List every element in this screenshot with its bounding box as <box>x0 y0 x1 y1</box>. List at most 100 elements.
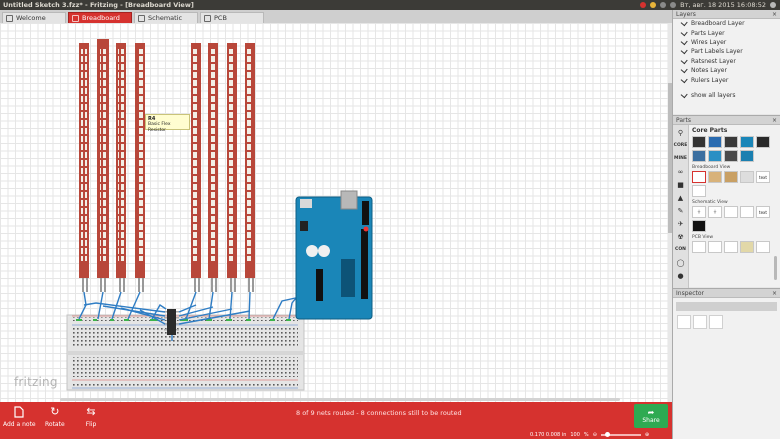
layer-item[interactable]: Part Labels Layer <box>673 47 780 56</box>
add-note-button[interactable]: Add a note <box>3 405 36 428</box>
search-icon[interactable]: ⚲ <box>675 127 687 138</box>
flex-resistor[interactable] <box>97 39 109 292</box>
flex-resistor[interactable] <box>116 43 126 292</box>
tab-pcb[interactable]: PCB <box>200 12 264 23</box>
bin-core[interactable]: CORE <box>674 140 688 151</box>
arduino-board[interactable] <box>295 190 373 320</box>
flip-label: Flip <box>85 421 97 428</box>
parts-bin-contents: Core Parts Breadboard View text Schemati… <box>690 125 780 288</box>
part-cell[interactable] <box>724 241 738 253</box>
flex-resistor[interactable] <box>245 43 255 292</box>
rotate-icon: ↻ <box>50 405 60 418</box>
circuit-drawing[interactable] <box>0 23 668 402</box>
panel-close-icon[interactable]: × <box>772 117 777 124</box>
bin-icon[interactable]: ● <box>675 270 687 281</box>
zoom-in-icon[interactable]: ⊕ <box>645 432 649 438</box>
cell-text: text <box>759 174 767 180</box>
tab-welcome[interactable]: Welcome <box>2 12 66 23</box>
tab-breadboard[interactable]: Breadboard <box>68 12 132 23</box>
bin-icon[interactable]: ■ <box>675 179 687 190</box>
part-cell[interactable] <box>740 171 754 183</box>
part-cell[interactable] <box>740 206 754 218</box>
part-cell[interactable] <box>740 136 754 148</box>
bin-icon[interactable]: ✈ <box>675 218 687 229</box>
part-cell[interactable] <box>692 241 706 253</box>
part-cell[interactable] <box>756 136 770 148</box>
flex-resistor[interactable] <box>208 43 218 292</box>
chrome-tray-icon[interactable] <box>650 2 657 8</box>
part-cell[interactable]: text <box>756 171 770 183</box>
part-cell[interactable] <box>708 171 722 183</box>
layer-item[interactable]: Rulers Layer <box>673 75 780 84</box>
layer-item[interactable]: Wires Layer <box>673 38 780 47</box>
sound-icon[interactable] <box>670 2 677 8</box>
zoom-out-icon[interactable]: ⊖ <box>593 432 597 438</box>
network-icon[interactable] <box>660 2 667 8</box>
share-button[interactable]: ➦ Share <box>634 404 668 428</box>
power-icon[interactable] <box>770 2 776 8</box>
part-cell[interactable] <box>724 136 738 148</box>
part-cell[interactable] <box>692 150 706 162</box>
part-cell[interactable] <box>740 150 754 162</box>
check-icon <box>680 28 688 36</box>
rotate-button[interactable]: ↻ Rotate <box>45 405 65 428</box>
part-cell[interactable] <box>724 206 738 218</box>
parts-title: Parts <box>676 116 691 124</box>
part-cell[interactable] <box>708 241 722 253</box>
layer-item[interactable]: Parts Layer <box>673 28 780 37</box>
flex-resistor[interactable] <box>191 43 201 292</box>
canvas-horizontal-scrollbar[interactable] <box>60 398 620 401</box>
breadboard-canvas[interactable]: R4 Basic Flex Resistor fritzing <box>0 23 668 402</box>
part-cell[interactable] <box>692 185 706 197</box>
bin-mine[interactable]: MINE <box>674 153 687 164</box>
section-label: Schematic View <box>692 200 728 205</box>
parts-scrollbar[interactable] <box>774 256 777 280</box>
part-cell[interactable] <box>692 220 706 232</box>
bin-icon[interactable]: ☢ <box>675 231 687 242</box>
part-cell[interactable] <box>724 150 738 162</box>
part-cell[interactable]: ⏚ <box>692 206 706 218</box>
bin-icon[interactable]: ◯ <box>675 257 687 268</box>
parts-title-bar: Parts × <box>673 116 780 125</box>
part-cell[interactable] <box>756 241 770 253</box>
part-cell[interactable] <box>740 241 754 253</box>
part-cell[interactable] <box>708 136 722 148</box>
panel-close-icon[interactable]: × <box>772 11 777 18</box>
breadboard[interactable] <box>66 314 305 391</box>
layer-item[interactable]: Breadboard Layer <box>673 19 780 28</box>
check-icon <box>680 47 688 55</box>
tab-label: Breadboard <box>82 14 120 22</box>
bin-icon[interactable]: ▲ <box>675 192 687 203</box>
zoom-slider[interactable] <box>600 432 641 437</box>
flex-resistor[interactable] <box>79 43 89 292</box>
layer-label: Notes Layer <box>691 67 727 75</box>
bin-con[interactable]: CON <box>675 244 687 255</box>
layer-item[interactable]: Ratsnest Layer <box>673 56 780 66</box>
layer-item[interactable]: Notes Layer <box>673 66 780 75</box>
show-all-layers[interactable]: show all layers <box>673 91 780 100</box>
part-cell[interactable] <box>724 171 738 183</box>
part-cell[interactable]: ⏚ <box>708 206 722 218</box>
tab-schematic[interactable]: Schematic <box>134 12 198 23</box>
inspector-panel: Inspector × <box>673 288 780 439</box>
part-cell[interactable] <box>692 136 706 148</box>
part-cell[interactable]: text <box>756 206 770 218</box>
infinity-icon[interactable]: ∞ <box>675 166 687 177</box>
bin-icon[interactable]: ✎ <box>675 205 687 216</box>
panel-close-icon[interactable]: × <box>772 290 777 297</box>
flip-button[interactable]: ⇆ Flip <box>84 405 98 428</box>
layers-title: Layers <box>676 10 696 18</box>
parts-grid: text <box>690 171 778 197</box>
check-icon <box>680 75 688 83</box>
flex-resistor[interactable] <box>227 43 237 292</box>
part-cell[interactable] <box>692 171 706 183</box>
part-cell[interactable] <box>708 150 722 162</box>
routing-status[interactable]: 8 of 9 nets routed - 8 connections still… <box>296 409 462 417</box>
zoom-value[interactable]: 100 <box>570 432 580 438</box>
clock[interactable]: Вт, авг. 18 2015 16:08:52 <box>680 1 766 9</box>
fritzing-tray-icon[interactable] <box>640 2 647 8</box>
flex-resistor[interactable] <box>135 43 145 292</box>
layer-label: Wires Layer <box>691 38 727 46</box>
layers-title-bar: Layers × <box>673 10 780 19</box>
note-icon <box>12 405 26 418</box>
